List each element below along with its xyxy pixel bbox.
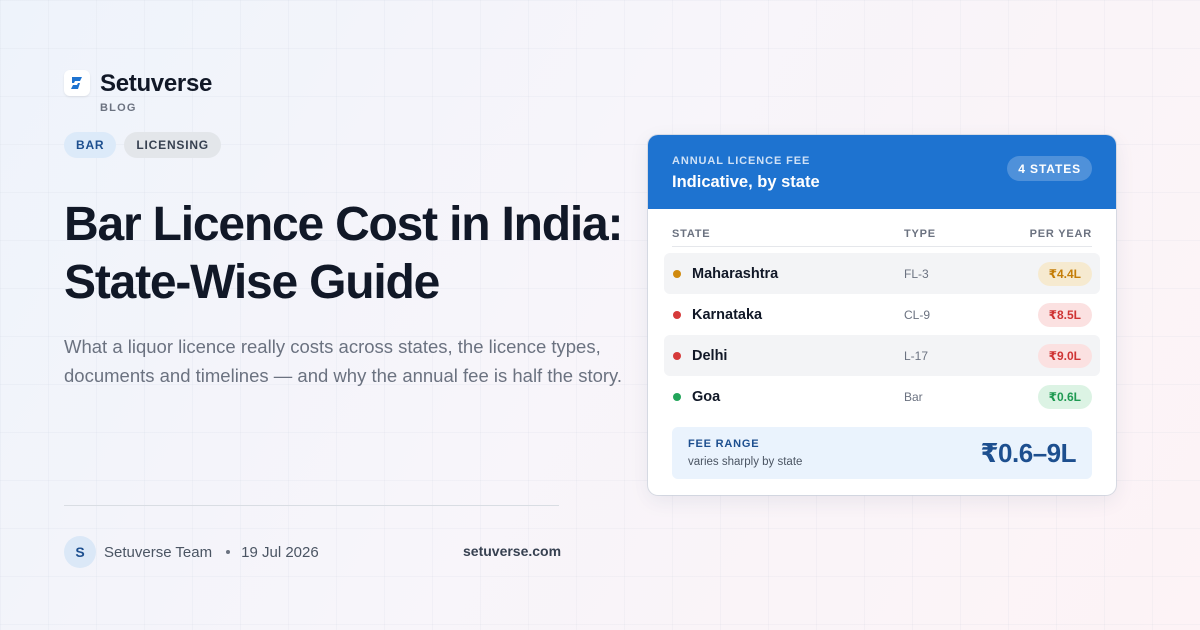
author-byline: S Setuverse Team 19 Jul 2026 xyxy=(64,536,319,568)
table-row: Maharashtra FL-3 ₹4.4L xyxy=(664,253,1100,294)
tag-list: BAR LICENSING xyxy=(64,132,221,158)
fee-table: STATE TYPE PER YEAR Maharashtra FL-3 ₹4.… xyxy=(648,209,1116,417)
row-licence-type: CL-9 xyxy=(904,307,931,322)
status-dot-icon xyxy=(673,392,681,401)
fee-badge: ₹9.0L xyxy=(1037,343,1092,368)
card-header: ANNUAL LICENCE FEE Indicative, by state … xyxy=(648,135,1116,209)
page-title: Bar Licence Cost in India: State-Wise Gu… xyxy=(64,198,623,309)
column-header-per-year: PER YEAR xyxy=(1029,228,1092,240)
row-state-name: Delhi xyxy=(692,347,728,364)
column-header-state: STATE xyxy=(672,228,711,240)
fee-badge: ₹8.5L xyxy=(1037,302,1092,327)
row-state-name: Goa xyxy=(692,388,721,405)
status-dot-icon xyxy=(673,310,681,319)
states-count-badge: 4 STATES xyxy=(1007,156,1092,181)
row-state-name: Karnataka xyxy=(692,306,763,323)
row-state-name: Maharashtra xyxy=(692,265,779,282)
brand-name: Setuverse xyxy=(100,70,213,97)
table-row: Goa Bar ₹0.6L xyxy=(664,376,1100,417)
table-body: Maharashtra FL-3 ₹4.4L Karnataka CL-9 ₹8… xyxy=(664,253,1100,417)
row-licence-type: FL-3 xyxy=(904,266,929,281)
table-header: STATE TYPE PER YEAR xyxy=(672,209,1092,247)
fee-range-summary: FEE RANGE varies sharply by state ₹0.6–9… xyxy=(672,427,1092,479)
fee-range-label: FEE RANGE xyxy=(688,438,760,450)
fee-range-value: ₹0.6–9L xyxy=(980,437,1076,468)
separator-dot xyxy=(226,550,231,554)
avatar: S xyxy=(64,536,96,568)
status-dot-icon xyxy=(673,269,681,278)
status-dot-icon xyxy=(673,351,681,360)
brand-sub: BLOG xyxy=(100,102,137,114)
column-header-type: TYPE xyxy=(904,228,936,240)
table-row: Delhi L-17 ₹9.0L xyxy=(664,335,1100,376)
licence-fee-card: ANNUAL LICENCE FEE Indicative, by state … xyxy=(648,135,1116,495)
row-licence-type: Bar xyxy=(904,389,923,404)
table-row: Karnataka CL-9 ₹8.5L xyxy=(664,294,1100,335)
brand-logo[interactable]: Setuverse BLOG xyxy=(64,70,212,114)
fee-range-note: varies sharply by state xyxy=(688,456,803,468)
s-logo-icon xyxy=(64,70,90,96)
tag-bar[interactable]: BAR xyxy=(64,132,117,158)
publish-date: 19 Jul 2026 xyxy=(241,543,319,561)
fee-badge: ₹0.6L xyxy=(1037,384,1092,409)
article-description: What a liquor licence really costs acros… xyxy=(64,336,623,386)
site-link[interactable]: setuverse.com xyxy=(463,543,561,559)
row-licence-type: L-17 xyxy=(904,348,929,363)
tag-licensing[interactable]: LICENSING xyxy=(124,132,221,158)
divider xyxy=(64,505,559,506)
author-name[interactable]: Setuverse Team xyxy=(104,544,212,561)
fee-badge: ₹4.4L xyxy=(1037,261,1092,286)
